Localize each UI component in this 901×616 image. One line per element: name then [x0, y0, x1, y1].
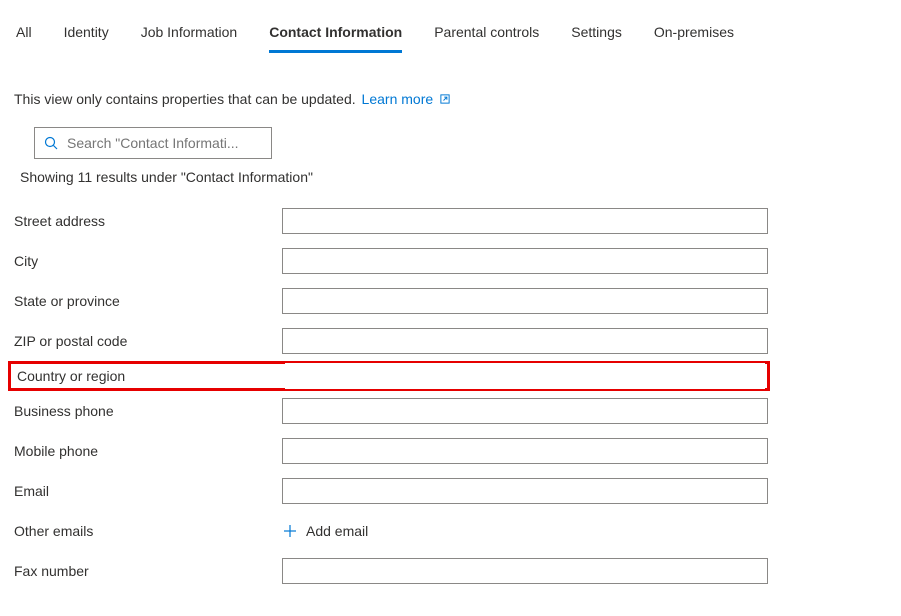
input-business-phone[interactable] — [282, 398, 768, 424]
input-city[interactable] — [282, 248, 768, 274]
input-country[interactable] — [285, 363, 765, 389]
learn-more-link[interactable]: Learn more — [362, 91, 451, 107]
plus-icon — [282, 523, 298, 539]
input-fax[interactable] — [282, 558, 768, 584]
search-input[interactable] — [67, 135, 263, 151]
label-zip: ZIP or postal code — [14, 333, 282, 349]
label-email: Email — [14, 483, 282, 499]
input-state[interactable] — [282, 288, 768, 314]
row-zip: ZIP or postal code — [14, 321, 889, 361]
row-fax: Fax number — [14, 551, 889, 591]
label-street-address: Street address — [14, 213, 282, 229]
row-mobile-phone: Mobile phone — [14, 431, 889, 471]
label-business-phone: Business phone — [14, 403, 282, 419]
add-email-button[interactable]: Add email — [282, 517, 368, 545]
tab-identity[interactable]: Identity — [64, 18, 109, 53]
add-email-label: Add email — [306, 523, 368, 539]
tab-settings[interactable]: Settings — [571, 18, 622, 53]
input-mobile-phone[interactable] — [282, 438, 768, 464]
tab-on-premises[interactable]: On-premises — [654, 18, 734, 53]
learn-more-label: Learn more — [362, 91, 434, 107]
input-street-address[interactable] — [282, 208, 768, 234]
label-fax: Fax number — [14, 563, 282, 579]
search-box[interactable] — [34, 127, 272, 159]
label-other-emails: Other emails — [14, 523, 282, 539]
info-text: This view only contains properties that … — [14, 91, 356, 107]
row-street-address: Street address — [14, 201, 889, 241]
tabs-bar: All Identity Job Information Contact Inf… — [12, 12, 889, 53]
info-banner: This view only contains properties that … — [12, 91, 889, 107]
row-other-emails: Other emails Add email — [14, 511, 889, 551]
row-country-highlighted: Country or region — [8, 361, 770, 391]
tab-job-information[interactable]: Job Information — [141, 18, 238, 53]
row-email: Email — [14, 471, 889, 511]
tab-parental-controls[interactable]: Parental controls — [434, 18, 539, 53]
tab-contact-information[interactable]: Contact Information — [269, 18, 402, 53]
label-mobile-phone: Mobile phone — [14, 443, 282, 459]
row-city: City — [14, 241, 889, 281]
search-icon — [43, 135, 59, 151]
label-country: Country or region — [17, 368, 285, 384]
row-state: State or province — [14, 281, 889, 321]
results-count: Showing 11 results under "Contact Inform… — [20, 169, 889, 185]
form-area: Street address City State or province ZI… — [12, 201, 889, 591]
input-email[interactable] — [282, 478, 768, 504]
input-zip[interactable] — [282, 328, 768, 354]
row-business-phone: Business phone — [14, 391, 889, 431]
tab-all[interactable]: All — [16, 18, 32, 53]
label-city: City — [14, 253, 282, 269]
label-state: State or province — [14, 293, 282, 309]
external-link-icon — [439, 92, 451, 104]
